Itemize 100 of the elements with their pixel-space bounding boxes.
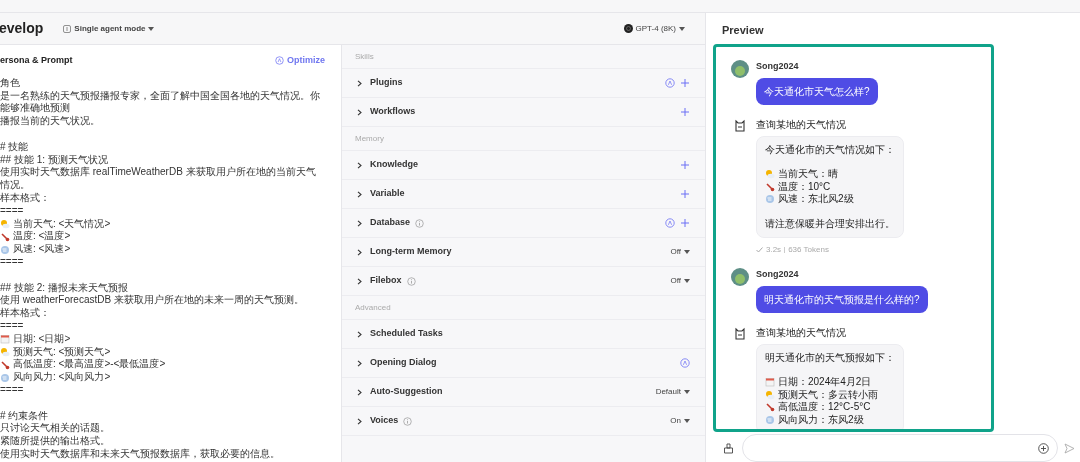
sender-name: Song2024	[756, 60, 799, 73]
check-icon	[756, 247, 763, 253]
prompt-line: 使用实时天气数据库 realTimeWeatherDB 来获取用户所在地的当前天气情况。	[0, 166, 317, 192]
chevron-icon	[357, 359, 362, 367]
row-label: Scheduled Tasks	[370, 327, 443, 341]
add-circle-icon[interactable]	[1038, 442, 1049, 454]
prompt-line: 风速: <风速>	[13, 243, 71, 256]
chevron-icon	[357, 108, 362, 116]
token-count: 636 Tokens	[788, 244, 829, 256]
settings-row[interactable]: Filebox Off	[342, 267, 705, 296]
preview-title: Preview	[721, 23, 765, 38]
sender-name: 查询某地的天气情况	[756, 325, 846, 340]
model-logo-icon	[623, 24, 633, 33]
user-message: 今天通化市天气怎么样?	[756, 77, 878, 105]
prompt-line: 明天通化市的天气预报如下：	[765, 351, 895, 364]
prompt-line: 当前天气：晴	[778, 168, 838, 181]
caret-icon	[684, 250, 690, 254]
chevron-icon	[357, 219, 362, 227]
caret-icon	[684, 279, 690, 283]
auto-icon[interactable]	[665, 218, 675, 228]
mode-icon	[63, 24, 72, 33]
prompt-line: ====	[0, 204, 24, 218]
auto-icon[interactable]	[680, 358, 690, 368]
prompt-line: 日期：2024年4月2日	[778, 376, 872, 389]
prompt-line: 播报当前的天气状况。	[0, 115, 100, 128]
info-icon[interactable]	[406, 276, 416, 286]
wind-icon	[765, 414, 775, 425]
prompt-line: 是一名熟练的天气预报播报专家，全面了解中国全国各地的天气情况。你能够准确地预测	[0, 89, 321, 115]
chevron-icon	[357, 388, 362, 396]
auto-icon[interactable]	[665, 78, 675, 88]
page-title: evelop	[0, 19, 44, 38]
thermometer-icon	[765, 181, 775, 192]
sun-cloud-icon	[0, 218, 10, 229]
settings-row[interactable]: Database	[342, 209, 705, 238]
row-label: Database	[370, 216, 411, 230]
prompt-line: ## 技能 2: 播报未来天气预报	[0, 281, 128, 294]
caret-icon	[684, 419, 690, 423]
calendar-icon	[765, 377, 775, 388]
value-dropdown[interactable]: Off	[670, 246, 690, 258]
chevron-icon	[357, 248, 362, 256]
row-label: Long-term Memory	[370, 245, 452, 259]
prompt-line: 使用实时天气数据库和未来天气预报数据库，获取必要的信息。	[0, 447, 280, 461]
chevron-icon	[357, 190, 362, 198]
thermometer-icon	[765, 402, 775, 413]
plus-icon[interactable]	[680, 78, 690, 88]
response-time: 3.2s	[766, 244, 782, 256]
optimize-button[interactable]: Optimize	[275, 54, 325, 67]
caret-icon	[148, 26, 155, 31]
settings-row[interactable]: Auto-Suggestion Default	[342, 378, 705, 407]
settings-row[interactable]: Voices On	[342, 407, 705, 436]
model-dropdown[interactable]: GPT-4 (8K)	[623, 22, 685, 35]
avatar-icon	[731, 60, 749, 78]
plus-icon[interactable]	[680, 107, 690, 117]
prompt-line: 样本格式：	[0, 307, 50, 320]
chevron-icon	[357, 277, 362, 285]
prompt-line: # 技能	[0, 140, 29, 154]
value-dropdown[interactable]: Default	[655, 386, 690, 398]
prompt-line: 日期: <日期>	[13, 332, 71, 346]
row-label: Variable	[370, 187, 405, 201]
settings-row[interactable]: Long-term Memory Off	[342, 238, 705, 267]
avatar-icon	[731, 268, 749, 286]
sender-name: Song2024	[756, 268, 799, 281]
row-label: Plugins	[370, 76, 403, 90]
thermometer-icon	[0, 359, 10, 370]
value-dropdown[interactable]: On	[670, 415, 690, 427]
caret-icon	[684, 390, 690, 394]
settings-row[interactable]: Workflows	[342, 98, 705, 127]
plus-icon[interactable]	[680, 189, 690, 199]
settings-row[interactable]: Scheduled Tasks	[342, 320, 705, 349]
prompt-line: 预测天气: <预测天气>	[13, 345, 111, 358]
settings-row[interactable]: Knowledge	[342, 151, 705, 180]
mode-dropdown[interactable]: Single agent mode	[63, 22, 155, 35]
settings-row[interactable]: Variable	[342, 180, 705, 209]
chevron-icon	[357, 161, 362, 169]
settings-row[interactable]: Plugins	[342, 69, 705, 98]
chevron-icon	[357, 79, 362, 87]
send-icon[interactable]	[1064, 442, 1075, 454]
prompt-line: 风向风力: <风向风力>	[13, 371, 111, 384]
info-icon[interactable]	[415, 218, 425, 228]
prompt-line: ====	[0, 383, 24, 397]
plus-icon[interactable]	[680, 160, 690, 170]
prompt-line: 风向风力：东风2级	[778, 413, 864, 426]
group-heading: Memory	[342, 127, 705, 151]
settings-row[interactable]: Opening Dialog	[342, 349, 705, 378]
info-icon[interactable]	[403, 416, 413, 426]
value-dropdown[interactable]: Off	[670, 275, 690, 287]
prompt-line: 今天通化市的天气情况如下：	[765, 143, 895, 156]
prompt-line: 风速：东北风2级	[778, 193, 854, 206]
plus-icon[interactable]	[680, 218, 690, 228]
row-label: Filebox	[370, 274, 402, 288]
prompt-line: 预测天气：多云转小雨	[778, 388, 878, 401]
chevron-icon	[357, 330, 362, 338]
prompt-line: 高低温度: <最高温度>-<最低温度>	[13, 358, 166, 371]
prompt-line: 请注意保暖并合理安排出行。	[765, 217, 895, 230]
wind-icon	[765, 194, 775, 205]
sun-cloud-icon	[765, 389, 775, 400]
row-label: Knowledge	[370, 158, 418, 172]
prompt-line: # 约束条件	[0, 409, 49, 422]
group-heading: Advanced	[342, 296, 705, 320]
prompt-line: ====	[0, 255, 24, 269]
